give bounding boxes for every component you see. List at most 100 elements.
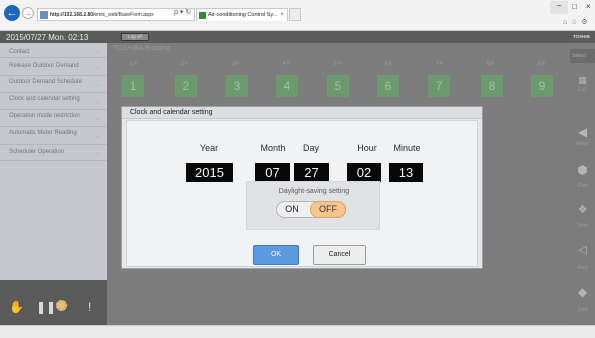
- page-icon: [40, 10, 48, 19]
- floor-label: 3 F: [232, 61, 240, 67]
- sidebar-more-icon: ...: [94, 48, 99, 55]
- right-panel-label: Floo: [577, 183, 588, 189]
- address-url: http://192.168.2.80/emtc_web/BaseForm.as…: [50, 12, 154, 18]
- floor-label: 5 F: [334, 61, 342, 67]
- floor-label: 1 F: [130, 61, 138, 67]
- view-select[interactable]: Select: [570, 49, 595, 63]
- browser-toolbar: ← → http://192.168.2.80/emtc_web/BaseFor…: [0, 0, 595, 31]
- minute-label: Minute: [393, 143, 421, 153]
- forward-button[interactable]: →: [22, 7, 34, 19]
- floor-label: 6 F: [385, 61, 393, 67]
- sidebar-item-operation-mode-restriction[interactable]: Operation mode restriction ...: [0, 111, 107, 127]
- right-panel-label: Unit: [578, 307, 587, 313]
- grid-view-icon[interactable]: ▦: [570, 75, 595, 86]
- sidebar-more-icon: ...: [94, 98, 99, 105]
- maximize-button[interactable]: □: [572, 2, 577, 11]
- daylight-saving-label: Daylight-saving setting: [278, 188, 350, 195]
- cancel-button[interactable]: Cancel: [313, 245, 366, 265]
- zone-button[interactable]: 3: [226, 75, 248, 97]
- forward-arrow-icon: →: [24, 8, 32, 18]
- minimize-button[interactable]: –: [550, 1, 568, 14]
- sidebar-item-label: Release Outdoor Demand: [9, 63, 79, 69]
- building-title: TOSHIBA Building: [113, 45, 171, 52]
- area-icon[interactable]: ◁: [570, 243, 595, 256]
- browser-tool-icons[interactable]: ⌂ ☆ ⚙: [563, 18, 589, 26]
- month-value[interactable]: 07: [255, 163, 290, 182]
- zone-button[interactable]: 2: [175, 75, 197, 97]
- time-icon[interactable]: ❖: [570, 203, 595, 216]
- search-refresh-icon[interactable]: ρ ▾ ↻: [174, 8, 191, 16]
- sidebar-item-label: Scheduler Operation: [9, 149, 65, 155]
- sidebar-more-icon: ...: [94, 65, 99, 71]
- site-favicon-icon: [199, 11, 206, 19]
- monitor-icon[interactable]: ◀: [570, 125, 595, 139]
- address-url-host: http://192.168.2.80/: [50, 11, 95, 18]
- year-label: Year: [199, 143, 219, 153]
- hand-icon[interactable]: ✋: [9, 300, 24, 314]
- dialog-title: Clock and calendar setting: [122, 107, 482, 119]
- sidebar-item-scheduler-operation[interactable]: Scheduler Operation ...: [0, 146, 107, 161]
- back-button[interactable]: ←: [4, 5, 20, 21]
- zone-button[interactable]: 6: [377, 75, 399, 97]
- back-arrow-icon: ←: [6, 7, 18, 19]
- floor-icon[interactable]: ⬢: [570, 163, 595, 177]
- unit-icon[interactable]: ◆: [570, 285, 595, 299]
- sun-icon[interactable]: [56, 300, 67, 311]
- sidebar-item-automatic-meter-reading[interactable]: Automatic Meter Reading ...: [0, 128, 107, 145]
- right-panel-label: Monit: [576, 141, 589, 147]
- right-panel-label: Area: [577, 265, 588, 271]
- sidebar-item-clock-calendar[interactable]: Clock and calendar setting ...: [0, 94, 107, 110]
- sidebar-item-release-outdoor-demand[interactable]: Release Outdoor Demand ...: [0, 61, 107, 76]
- floor-label: 2 F: [181, 61, 189, 67]
- address-url-path: emtc_web/BaseForm.aspx: [94, 11, 154, 18]
- brand-logo: TOSHIB: [573, 34, 590, 39]
- daylight-saving-panel: Daylight-saving setting ON OFF: [246, 181, 380, 230]
- sidebar-more-icon: ...: [94, 81, 99, 88]
- browser-tab[interactable]: Air-conditioning Control Sy... ×: [196, 8, 288, 21]
- sidebar-item-label: Operation mode restriction: [9, 113, 80, 119]
- sidebar-more-icon: ...: [94, 133, 99, 139]
- tab-close-icon[interactable]: ×: [280, 12, 284, 18]
- year-value[interactable]: 2015: [186, 163, 233, 182]
- sidebar-item-outdoor-demand-schedule[interactable]: Outdoor Demand Schedule ...: [0, 77, 107, 93]
- browser-status-bar: [0, 325, 595, 338]
- right-panel: Select ▦ 1.1F ◀ Monit ⬢ Floo ❖ Time ◁ Ar…: [570, 43, 595, 325]
- floor-label: 7 F: [436, 61, 444, 67]
- hour-label: Hour: [357, 143, 377, 153]
- logout-button[interactable]: Log off: [121, 33, 149, 41]
- address-bar[interactable]: http://192.168.2.80/emtc_web/BaseForm.as…: [37, 8, 195, 21]
- zone-button[interactable]: 7: [428, 75, 450, 97]
- window-close-button[interactable]: ×: [586, 2, 591, 11]
- zone-button[interactable]: 5: [327, 75, 349, 97]
- month-label: Month: [260, 143, 286, 153]
- day-value[interactable]: 27: [294, 163, 329, 182]
- alert-icon[interactable]: !: [88, 300, 91, 314]
- bottom-toolbar: ✋ ❚❚ !: [0, 280, 107, 325]
- hour-value[interactable]: 02: [347, 163, 381, 182]
- right-panel-number: 1.1F: [577, 87, 588, 93]
- current-datetime: 2015/07/27 Mon. 02:13: [6, 33, 89, 42]
- clock-calendar-dialog: Clock and calendar setting Year Month Da…: [121, 106, 483, 269]
- sidebar-item-label: Outdoor Demand Schedule: [9, 79, 82, 85]
- day-label: Day: [302, 143, 319, 153]
- zone-button[interactable]: 1: [122, 75, 144, 97]
- app-header: 2015/07/27 Mon. 02:13 Log off TOSHIB: [0, 31, 595, 43]
- sidebar-item-label: Clock and calendar setting: [9, 96, 80, 102]
- dialog-body: Year Month Day Hour Minute 2015 07 27 02…: [126, 120, 478, 267]
- right-panel-label: Time: [577, 223, 588, 229]
- ok-button[interactable]: OK: [253, 245, 299, 265]
- dst-off-button[interactable]: OFF: [310, 201, 346, 218]
- zone-button[interactable]: 4: [276, 75, 298, 97]
- zone-button[interactable]: 9: [531, 75, 553, 97]
- sidebar-item-label: Contact: [9, 49, 30, 55]
- zone-button[interactable]: 8: [481, 75, 503, 97]
- new-tab-button[interactable]: [289, 8, 301, 21]
- floor-label: 8 F: [487, 61, 495, 67]
- dst-on-button[interactable]: ON: [275, 202, 309, 217]
- page: ← → http://192.168.2.80/emtc_web/BaseFor…: [0, 0, 595, 338]
- pause-icon[interactable]: ❚❚: [36, 300, 56, 314]
- sidebar-menu: Contact ... Release Outdoor Demand ... O…: [0, 43, 107, 280]
- sidebar-item-contact[interactable]: Contact ...: [0, 46, 107, 58]
- minute-value[interactable]: 13: [389, 163, 423, 182]
- floor-label: 9 F: [538, 61, 546, 67]
